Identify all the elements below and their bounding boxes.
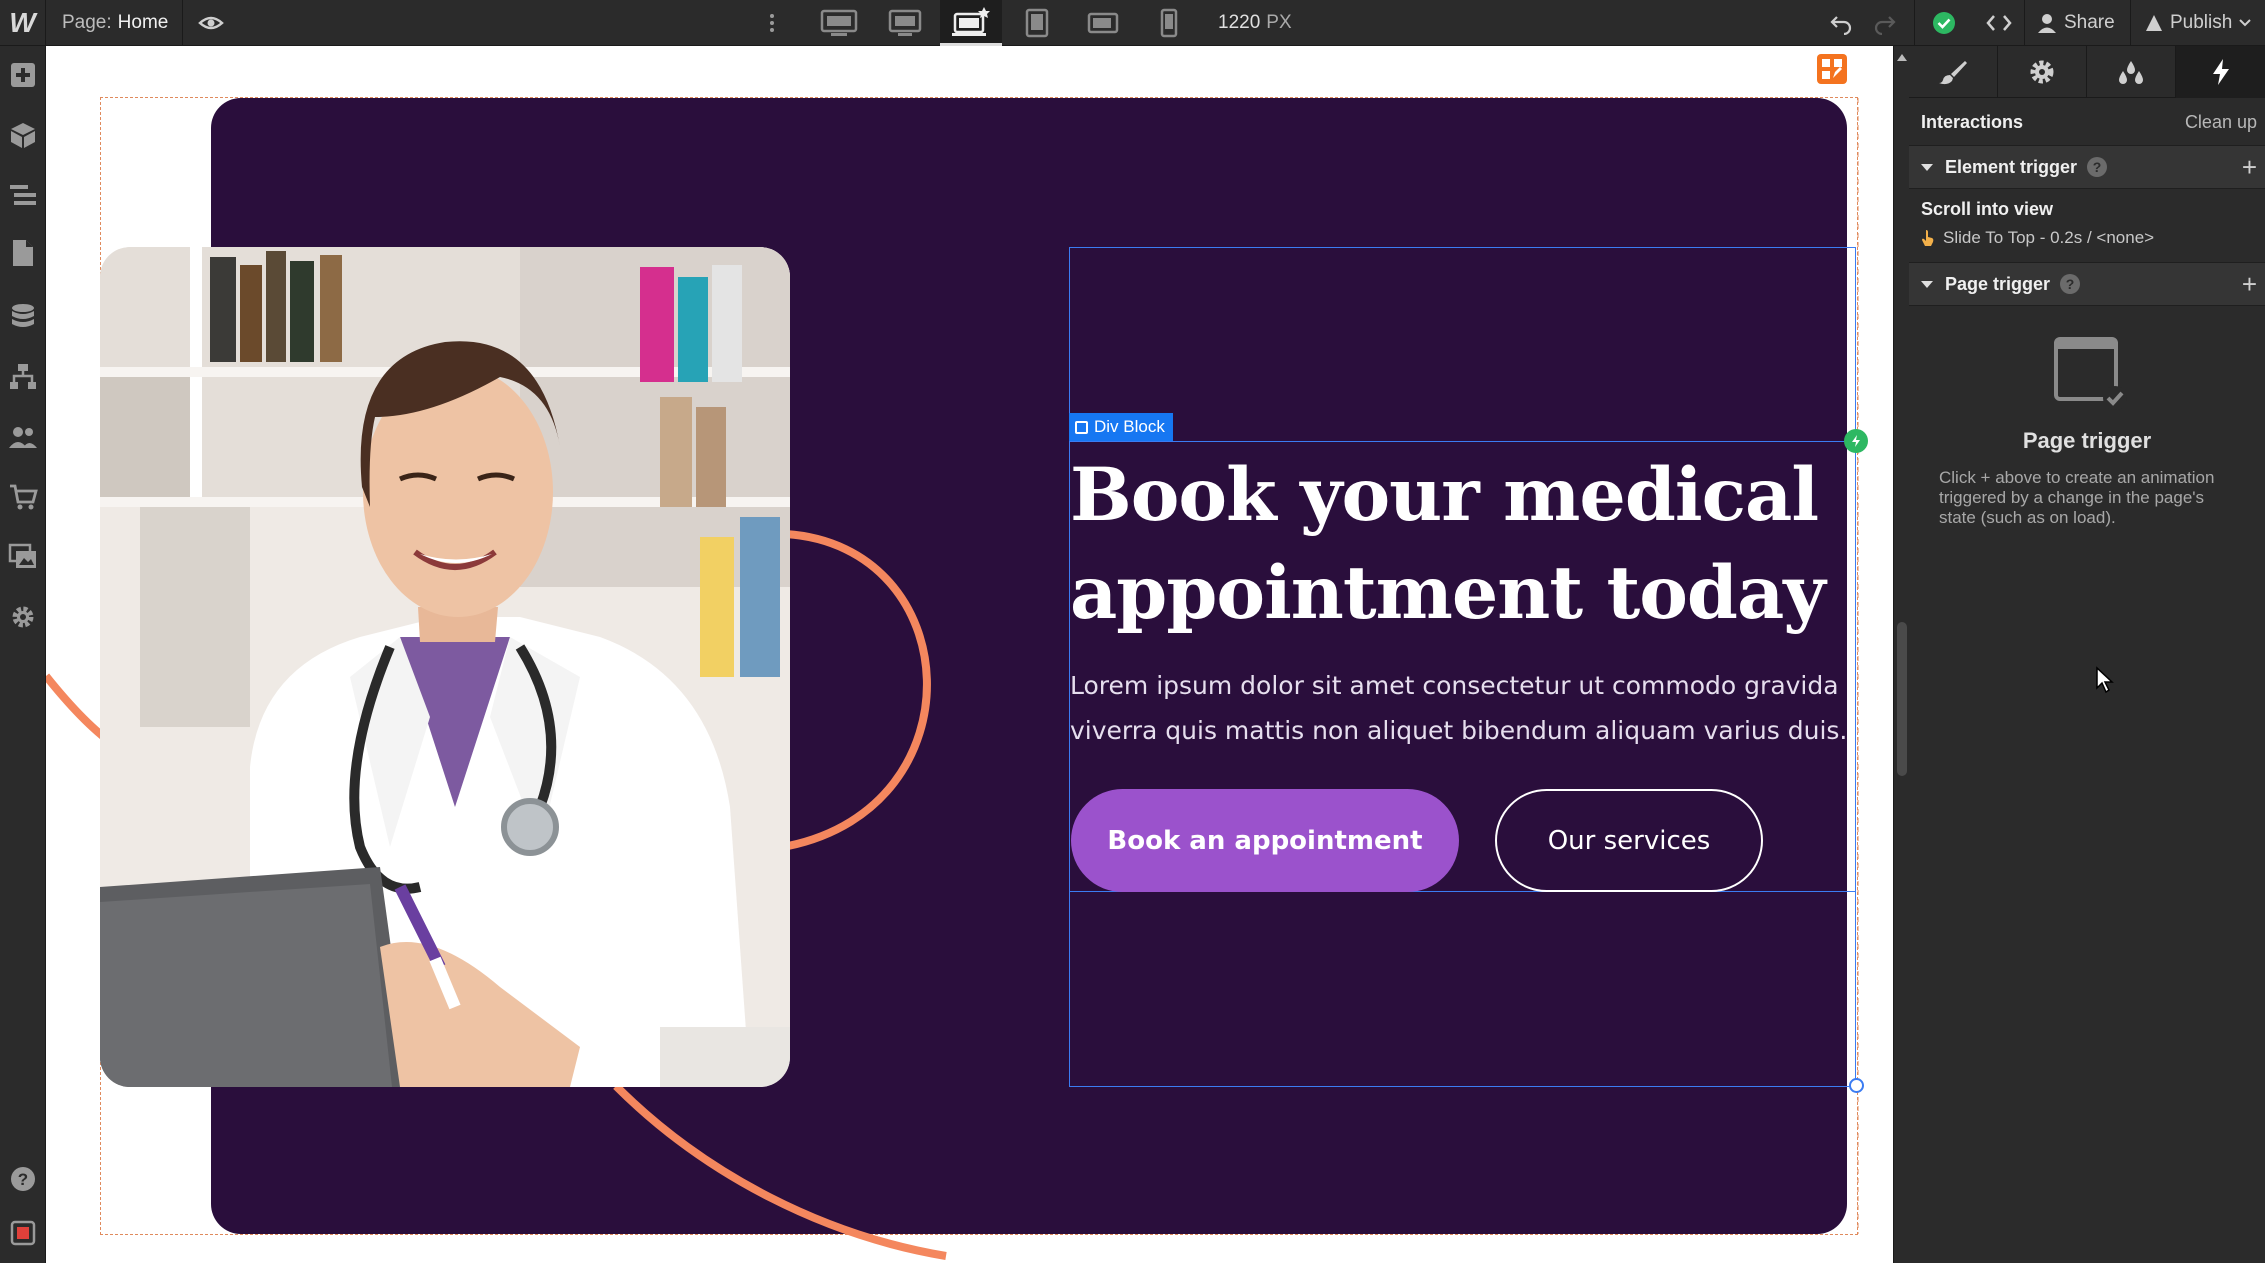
canvas-scrollbar[interactable] — [1893, 46, 1909, 1263]
more-options-icon[interactable] — [762, 9, 782, 37]
breakpoint-mobile-portrait-icon[interactable] — [1138, 0, 1200, 46]
ecommerce-cart-icon[interactable] — [0, 468, 46, 526]
page-selector[interactable]: Page: Home — [62, 0, 168, 46]
interactions-header: Interactions Clean up — [1909, 99, 2265, 145]
page-label: Page: — [62, 12, 112, 33]
gear-icon — [2030, 60, 2054, 84]
breakpoint-desktop-icon[interactable] — [940, 0, 1002, 46]
doctor-photo[interactable] — [100, 247, 790, 1087]
resize-handle[interactable] — [1849, 1078, 1864, 1093]
help-question-icon[interactable]: ? — [2060, 274, 2081, 294]
breakpoint-1440-icon[interactable] — [874, 0, 936, 46]
publish-label: Publish — [2170, 12, 2233, 33]
video-tutorials-icon[interactable] — [0, 1204, 46, 1262]
page-trigger-empty-desc: Click + above to create an animation tri… — [1939, 468, 2215, 527]
drops-icon — [2119, 61, 2143, 84]
users-icon[interactable] — [0, 408, 46, 466]
scroll-up-icon[interactable] — [1897, 54, 1907, 61]
scroll-into-view-trigger[interactable]: Scroll into view Slide To Top - 0.2s / <… — [1921, 199, 2261, 248]
element-trigger-label: Element trigger — [1945, 156, 2078, 177]
settings-gear-icon[interactable] — [0, 588, 46, 646]
left-toolbar: ? — [0, 46, 46, 1263]
canvas-width-value: 1220 — [1218, 12, 1261, 33]
undo-icon[interactable] — [1826, 0, 1856, 46]
pages-icon[interactable] — [0, 224, 46, 282]
hero-headline[interactable]: Book your medical appointment today — [1070, 446, 1850, 642]
panel-tabs — [1909, 46, 2265, 98]
redo-icon[interactable] — [1870, 0, 1900, 46]
div-block-square-icon — [1075, 420, 1088, 434]
hero-paragraph[interactable]: Lorem ipsum dolor sit amet consectetur u… — [1070, 663, 1860, 753]
div-block-tag[interactable]: Div Block — [1069, 413, 1173, 441]
divider — [2130, 0, 2131, 46]
canvas-width-unit: PX — [1266, 12, 1292, 33]
scrollbar-thumb[interactable] — [1897, 622, 1907, 776]
cms-database-icon[interactable] — [0, 288, 46, 346]
designer-canvas[interactable]: Div Block Book your medical appointment … — [46, 46, 1893, 1263]
breakpoint-mobile-landscape-icon[interactable] — [1072, 0, 1134, 46]
mouse-cursor-icon — [2095, 666, 2115, 699]
div-block-label: Div Block — [1094, 417, 1165, 436]
caret-down-icon — [1921, 280, 1933, 288]
navigator-icon[interactable] — [0, 166, 46, 224]
divider — [182, 0, 183, 46]
page-trigger-section[interactable]: Page trigger ? + — [1909, 262, 2265, 306]
preview-eye-icon[interactable] — [196, 9, 226, 37]
right-panel: Interactions Clean up Element trigger ? … — [1909, 46, 2265, 1263]
edit-mode-badge-icon[interactable] — [1817, 54, 1847, 84]
publish-button[interactable]: Publish — [2144, 0, 2252, 46]
tab-style[interactable] — [1909, 46, 1998, 98]
add-panel-icon[interactable] — [0, 46, 46, 104]
tab-style-manager[interactable] — [2087, 46, 2176, 98]
trigger-title: Scroll into view — [1921, 199, 2054, 219]
lightning-icon — [2212, 59, 2229, 85]
help-icon[interactable]: ? — [0, 1150, 46, 1208]
our-services-button[interactable]: Our services — [1495, 789, 1763, 892]
breakpoint-tablet-icon[interactable] — [1006, 0, 1068, 46]
panel-title: Interactions — [1921, 111, 2024, 132]
share-label: Share — [2064, 12, 2115, 33]
page-name: Home — [117, 12, 169, 33]
top-bar: W Page: Home 1220 PX Share Publish — [0, 0, 2265, 46]
divider — [1914, 0, 1915, 46]
add-page-trigger-icon[interactable]: + — [2242, 271, 2257, 297]
brush-icon — [1939, 61, 1967, 85]
breakpoint-1920-icon[interactable] — [808, 0, 870, 46]
code-export-icon[interactable] — [1982, 0, 2016, 46]
svg-text:?: ? — [18, 1170, 28, 1189]
caret-down-icon — [1921, 163, 1933, 171]
logic-flow-icon[interactable] — [0, 348, 46, 406]
trigger-detail: Slide To Top - 0.2s / <none> — [1943, 228, 2155, 247]
hand-pointer-icon — [1922, 230, 1934, 246]
share-button[interactable]: Share — [2036, 0, 2115, 46]
page-trigger-window-icon — [2053, 336, 2127, 417]
page-trigger-empty-title: Page trigger — [2022, 428, 2152, 453]
divider — [2024, 0, 2025, 46]
canvas-width-readout[interactable]: 1220 PX — [1218, 0, 1292, 46]
add-element-trigger-icon[interactable]: + — [2242, 154, 2257, 180]
webflow-logo[interactable]: W — [0, 0, 46, 46]
site-status-check-icon[interactable] — [1928, 0, 1960, 46]
tab-settings[interactable] — [1998, 46, 2087, 98]
cleanup-button[interactable]: Clean up — [2185, 112, 2257, 133]
tab-interactions[interactable] — [2176, 46, 2265, 98]
chevron-down-icon — [2239, 19, 2252, 27]
components-cube-icon[interactable] — [0, 106, 46, 164]
element-trigger-section[interactable]: Element trigger ? + — [1909, 145, 2265, 189]
user-icon — [2038, 14, 2056, 33]
book-appointment-button[interactable]: Book an appointment — [1071, 789, 1459, 892]
assets-images-icon[interactable] — [0, 528, 46, 586]
page-trigger-label: Page trigger — [1945, 273, 2051, 294]
help-question-icon[interactable]: ? — [2087, 157, 2108, 177]
publish-icon — [2146, 15, 2162, 31]
